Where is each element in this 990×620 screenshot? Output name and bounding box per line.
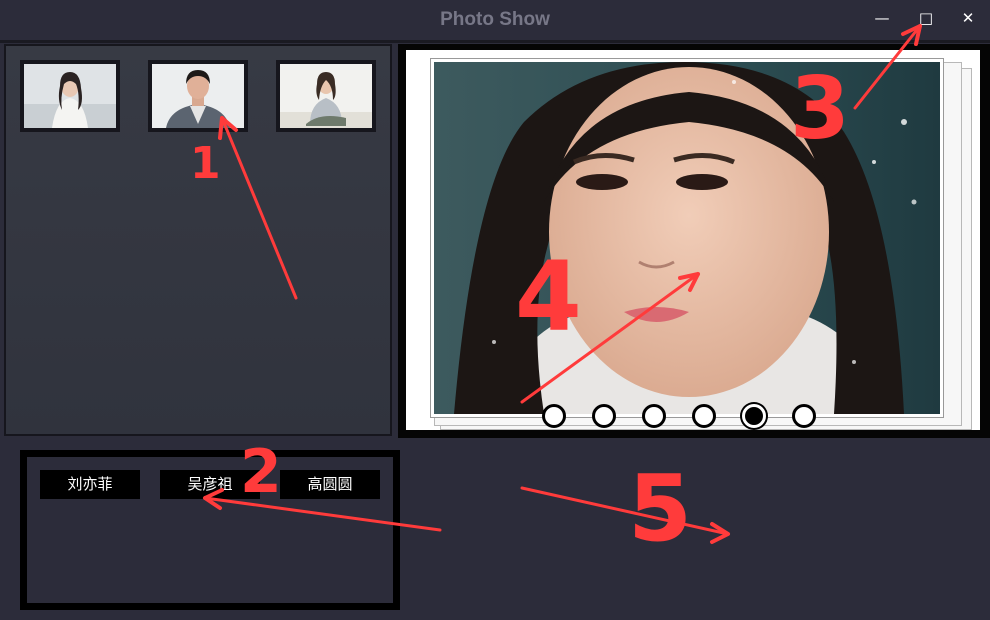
thumbnail-3[interactable] [276,60,376,132]
main-photo[interactable] [430,58,944,418]
slide-dot-5[interactable] [742,404,766,428]
slide-indicator [542,404,842,434]
portrait-thumbnail-seated-woman-icon [280,64,372,128]
name-button-1[interactable]: 刘亦菲 [40,470,140,499]
portrait-thumbnail-woman-icon [24,64,116,128]
thumbnail-2[interactable] [148,60,248,132]
name-button-3[interactable]: 高圆圆 [280,470,380,499]
title-divider [0,40,990,43]
maximize-button[interactable]: □ [911,6,941,30]
minimize-button[interactable]: — [867,6,897,30]
slide-dot-1[interactable] [542,404,566,428]
name-button-2[interactable]: 吴彦祖 [160,470,260,499]
slide-dot-3[interactable] [642,404,666,428]
slide-dot-6[interactable] [792,404,816,428]
close-button[interactable]: ✕ [953,6,983,30]
slide-dot-2[interactable] [592,404,616,428]
photo-viewer [398,44,990,438]
portrait-photo-icon [434,62,940,414]
portrait-thumbnail-man-icon [152,64,244,128]
thumbnail-1[interactable] [20,60,120,132]
thumbnail-panel [4,44,392,436]
title-bar: Photo Show — □ ✕ [0,0,990,40]
annotation-label-5: 5 [628,455,692,562]
name-panel: 刘亦菲 吴彦祖 高圆圆 [20,450,400,610]
photo-viewer-canvas [406,50,980,430]
slide-dot-4[interactable] [692,404,716,428]
window-title: Photo Show [440,9,550,30]
